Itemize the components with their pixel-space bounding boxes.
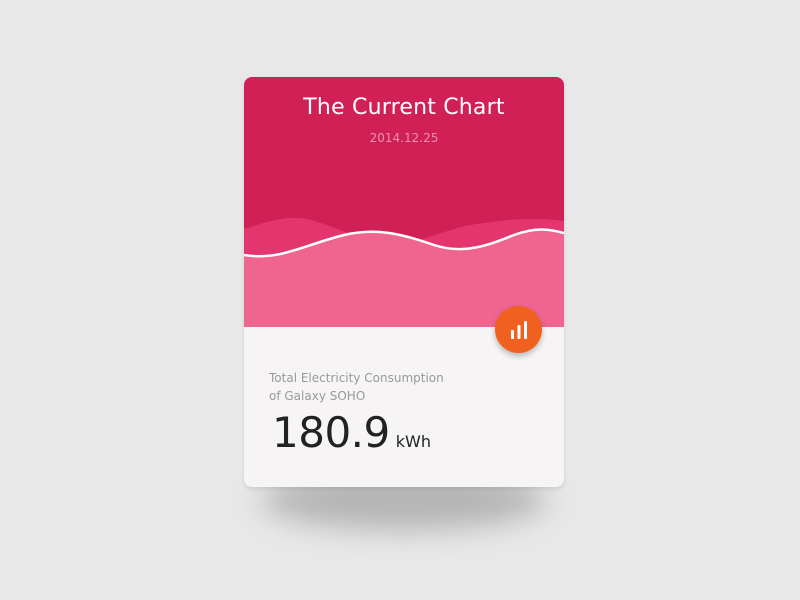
page-background: The Current Chart 2014.12.25 Total Elect… [0, 0, 800, 600]
consumption-unit: kWh [395, 432, 431, 451]
consumption-value: 180.9 [272, 408, 390, 457]
consumption-value-row: 180.9 kWh [272, 403, 431, 463]
card-date: 2014.12.25 [369, 131, 439, 145]
bar-chart-icon [510, 320, 527, 339]
consumption-card: The Current Chart 2014.12.25 Total Elect… [244, 77, 564, 487]
description-line-1: Total Electricity Consumption [269, 371, 444, 385]
card-title: The Current Chart [303, 95, 505, 120]
card-header: The Current Chart 2014.12.25 [244, 77, 564, 327]
consumption-description: Total Electricity Consumption of Galaxy … [269, 369, 539, 405]
chart-button[interactable] [495, 306, 542, 353]
